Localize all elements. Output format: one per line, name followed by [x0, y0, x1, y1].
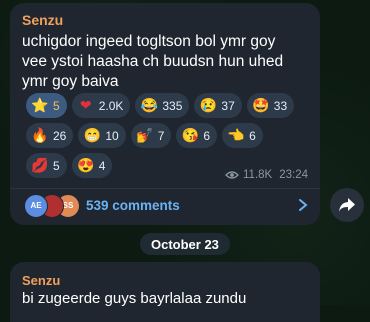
post-sender-name: Senzu	[22, 273, 61, 288]
reaction-count: 6	[203, 128, 211, 143]
kissing-face-icon: 😘	[181, 127, 200, 143]
post-meta: 11.8K 23:24	[225, 169, 308, 181]
post-sender-name: Senzu	[22, 12, 64, 28]
reaction-heart-eyes[interactable]: 😍 4	[71, 153, 113, 178]
reaction-count: 7	[157, 128, 165, 143]
chevron-right-icon	[299, 199, 308, 211]
reaction-cry[interactable]: 😢 37	[194, 93, 242, 118]
date-separator: October 23	[140, 233, 230, 255]
post-text: uchigdor ingeed togltson bol ymr goy vee…	[22, 32, 312, 92]
fire-icon: 🔥	[31, 127, 49, 143]
pointing-left-icon: 👈	[227, 127, 245, 143]
star-struck-icon: 🤩	[252, 97, 270, 113]
reaction-count: 5	[53, 98, 60, 113]
reaction-count: 10	[105, 128, 119, 143]
post-text-line: uchigdor ingeed togltson bol ymr goy	[22, 33, 276, 50]
heart-icon: ❤	[79, 97, 92, 113]
reaction-laugh[interactable]: 😂 335	[135, 93, 190, 118]
reaction-kiss[interactable]: 😘 6	[176, 123, 218, 148]
reaction-star[interactable]: ⭐ 5	[26, 93, 67, 118]
heart-eyes-icon: 😍	[76, 157, 95, 173]
view-count: 11.8K	[243, 169, 273, 181]
post-text: bi zugeerde guys bayrlalaa zundu	[22, 290, 247, 307]
grinning-face-icon: 😁	[83, 127, 102, 143]
reaction-count: 26	[53, 128, 67, 143]
post-text-line: ymr goy baiva	[22, 73, 119, 90]
reaction-fire[interactable]: 🔥 26	[26, 123, 74, 148]
reaction-count: 335	[162, 98, 183, 113]
star-icon: ⭐	[31, 97, 49, 113]
reaction-count: 4	[98, 158, 106, 173]
reaction-nail-polish[interactable]: 💅 7	[130, 123, 172, 148]
reaction-lips[interactable]: 💋 5	[26, 153, 67, 178]
crying-face-icon: 😢	[199, 97, 218, 113]
nail-polish-icon: 💅	[136, 127, 154, 143]
reaction-grin[interactable]: 😁 10	[78, 123, 126, 148]
forward-button[interactable]	[330, 188, 364, 222]
forward-arrow-icon	[339, 198, 355, 212]
reaction-count: 5	[53, 158, 60, 173]
comments-count-label: 539 comments	[86, 198, 180, 213]
reaction-count: 6	[249, 128, 256, 143]
reaction-count: 37	[221, 98, 235, 113]
reaction-star-struck[interactable]: 🤩 33	[246, 93, 295, 118]
comments-button[interactable]: AE SS 539 comments	[10, 189, 320, 222]
post-time: 23:24	[279, 169, 308, 181]
reaction-heart[interactable]: ❤ 2.0K	[71, 93, 131, 118]
kiss-mark-icon: 💋	[31, 157, 49, 173]
avatar: AE	[24, 193, 48, 218]
eye-icon	[225, 171, 239, 179]
reaction-count: 2.0K	[98, 98, 124, 113]
laughing-face-icon: 😂	[140, 97, 159, 113]
channel-post: Senzu bi zugeerde guys bayrlalaa zundu	[10, 262, 320, 322]
reaction-point-left[interactable]: 👈 6	[222, 123, 263, 148]
post-text-line: vee ystoi haasha ch buudsn hun uhed	[22, 53, 284, 70]
reaction-count: 33	[273, 98, 288, 113]
commenter-avatars: AE SS	[24, 193, 84, 218]
